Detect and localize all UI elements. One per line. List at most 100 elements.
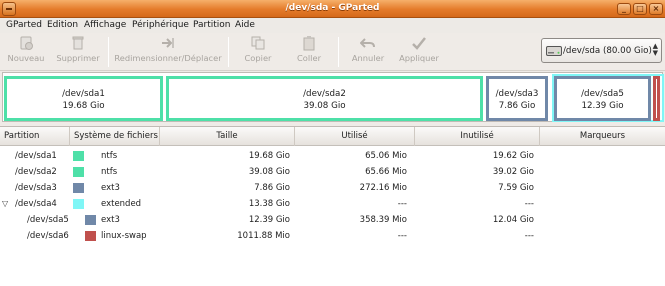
cell-filesystem: ext3 — [101, 215, 120, 225]
cell-used: 358.39 Mio — [359, 215, 407, 225]
undo-button[interactable]: Annuler — [346, 35, 390, 69]
column-header-used[interactable]: Utilisé — [295, 127, 415, 146]
column-header-filesystem[interactable]: Système de fichiers — [70, 127, 160, 146]
cell-filesystem: linux-swap — [101, 231, 147, 241]
cell-size: 12.39 Gio — [248, 215, 290, 225]
resize-label: Redimensionner/Déplacer — [114, 53, 222, 63]
title-bar: /dev/sda - GParted _ □ × — [0, 0, 665, 18]
apply-button[interactable]: Appliquer — [395, 35, 443, 69]
filesystem-color-swatch — [73, 183, 84, 193]
paste-icon — [303, 36, 315, 51]
table-row[interactable]: /dev/sda6 linux-swap 1011.88 Mio --- --- — [0, 228, 665, 244]
table-header: Partition Système de fichiers Taille Uti… — [0, 127, 665, 146]
close-button[interactable]: × — [649, 3, 663, 15]
partition-block-sda3[interactable]: /dev/sda3 7.86 Gio — [486, 76, 548, 121]
copy-icon — [251, 36, 265, 50]
filesystem-color-swatch — [85, 215, 96, 225]
new-button[interactable]: Nouveau — [4, 35, 48, 69]
table-row[interactable]: ▽ /dev/sda4 extended 13.38 Gio --- --- — [0, 196, 665, 212]
cell-used: --- — [397, 199, 407, 209]
cell-unused: 12.04 Gio — [492, 215, 534, 225]
minimize-button[interactable]: _ — [617, 3, 631, 15]
cell-used: 65.06 Mio — [365, 151, 407, 161]
partition-block-size: 19.68 Gio — [62, 101, 105, 111]
cell-used: 65.66 Mio — [365, 167, 407, 177]
partition-block-size: 39.08 Gio — [303, 101, 346, 111]
paste-label: Coller — [297, 53, 321, 63]
cell-filesystem: ntfs — [101, 151, 118, 161]
cell-partition: /dev/sda4 — [15, 199, 57, 209]
partition-block-name: /dev/sda3 — [495, 89, 539, 99]
cell-size: 39.08 Gio — [248, 167, 290, 177]
new-icon — [20, 36, 33, 50]
partition-block-name: /dev/sda2 — [303, 89, 346, 99]
cell-partition: /dev/sda6 — [27, 231, 69, 241]
table-row[interactable]: /dev/sda2 ntfs 39.08 Gio 65.66 Mio 39.02… — [0, 164, 665, 180]
delete-label: Supprimer — [56, 53, 100, 63]
cell-partition: /dev/sda1 — [15, 151, 57, 161]
harddisk-icon — [546, 46, 562, 56]
partition-block-name: /dev/sda5 — [581, 89, 624, 99]
menu-gparted[interactable]: GParted — [6, 20, 42, 30]
menu-peripherique[interactable]: Périphérique — [132, 20, 189, 30]
filesystem-color-swatch — [73, 167, 84, 177]
cell-used: --- — [397, 231, 407, 241]
toolbar-separator — [228, 37, 229, 67]
filesystem-color-swatch — [73, 151, 84, 161]
menu-bar: GParted Edition Affichage Périphérique P… — [0, 18, 665, 33]
column-header-flags[interactable]: Marqueurs — [540, 127, 665, 146]
expander-arrow-icon[interactable]: ▽ — [2, 196, 8, 212]
paste-button[interactable]: Coller — [287, 35, 331, 69]
cell-filesystem: extended — [101, 199, 142, 209]
delete-button[interactable]: Supprimer — [52, 35, 104, 69]
table-row[interactable]: /dev/sda1 ntfs 19.68 Gio 65.06 Mio 19.62… — [0, 148, 665, 164]
filesystem-color-swatch — [73, 199, 84, 209]
device-label: /dev/sda (80.00 Gio) — [563, 46, 652, 56]
table-row[interactable]: /dev/sda5 ext3 12.39 Gio 358.39 Mio 12.0… — [0, 212, 665, 228]
column-header-unused[interactable]: Inutilisé — [415, 127, 540, 146]
dropdown-arrow-icon: ▲ ▼ — [652, 42, 658, 57]
partition-table: Partition Système de fichiers Taille Uti… — [0, 126, 665, 286]
undo-label: Annuler — [351, 53, 385, 63]
cell-partition: /dev/sda2 — [15, 167, 57, 177]
cell-size: 13.38 Gio — [248, 199, 290, 209]
menu-aide[interactable]: Aide — [235, 20, 255, 30]
partition-block-size: 7.86 Gio — [498, 101, 536, 111]
resize-button[interactable]: Redimensionner/Déplacer — [112, 35, 224, 69]
copy-label: Copier — [244, 53, 272, 63]
cell-size: 1011.88 Mio — [237, 231, 290, 241]
copy-button[interactable]: Copier — [236, 35, 280, 69]
cell-used: 272.16 Mio — [359, 183, 407, 193]
partition-block-name: /dev/sda1 — [62, 89, 105, 99]
device-selector[interactable]: /dev/sda (80.00 Gio) ▲ ▼ — [541, 38, 662, 63]
partition-block-sda1[interactable]: /dev/sda1 19.68 Gio — [4, 76, 163, 121]
cell-size: 19.68 Gio — [248, 151, 290, 161]
cell-partition: /dev/sda3 — [15, 183, 57, 193]
cell-unused: 7.59 Gio — [498, 183, 534, 193]
cell-unused: 19.62 Gio — [492, 151, 534, 161]
menu-affichage[interactable]: Affichage — [84, 20, 126, 30]
partition-map: /dev/sda1 19.68 Gio /dev/sda2 39.08 Gio … — [2, 72, 664, 122]
window-title: /dev/sda - GParted — [285, 3, 380, 13]
partition-block-sda2[interactable]: /dev/sda2 39.08 Gio — [166, 76, 483, 121]
apply-label: Appliquer — [399, 53, 439, 63]
filesystem-color-swatch — [85, 231, 96, 241]
maximize-button[interactable]: □ — [633, 3, 647, 15]
new-label: Nouveau — [7, 53, 45, 63]
cell-size: 7.86 Gio — [254, 183, 290, 193]
toolbar-separator — [108, 37, 109, 67]
resize-icon — [162, 38, 174, 48]
partition-block-sda5[interactable]: /dev/sda5 12.39 Gio — [554, 76, 651, 121]
cell-unused: 39.02 Gio — [492, 167, 534, 177]
cell-filesystem: ext3 — [101, 183, 120, 193]
cell-partition: /dev/sda5 — [27, 215, 69, 225]
column-header-partition[interactable]: Partition — [0, 127, 70, 146]
menu-edition[interactable]: Edition — [47, 20, 78, 30]
cell-unused: --- — [524, 231, 534, 241]
toolbar-separator — [338, 37, 339, 67]
column-header-size[interactable]: Taille — [160, 127, 295, 146]
menu-partition[interactable]: Partition — [193, 20, 231, 30]
table-row[interactable]: /dev/sda3 ext3 7.86 Gio 272.16 Mio 7.59 … — [0, 180, 665, 196]
partition-block-sda6[interactable] — [653, 76, 660, 121]
partition-block-size: 12.39 Gio — [581, 101, 624, 111]
